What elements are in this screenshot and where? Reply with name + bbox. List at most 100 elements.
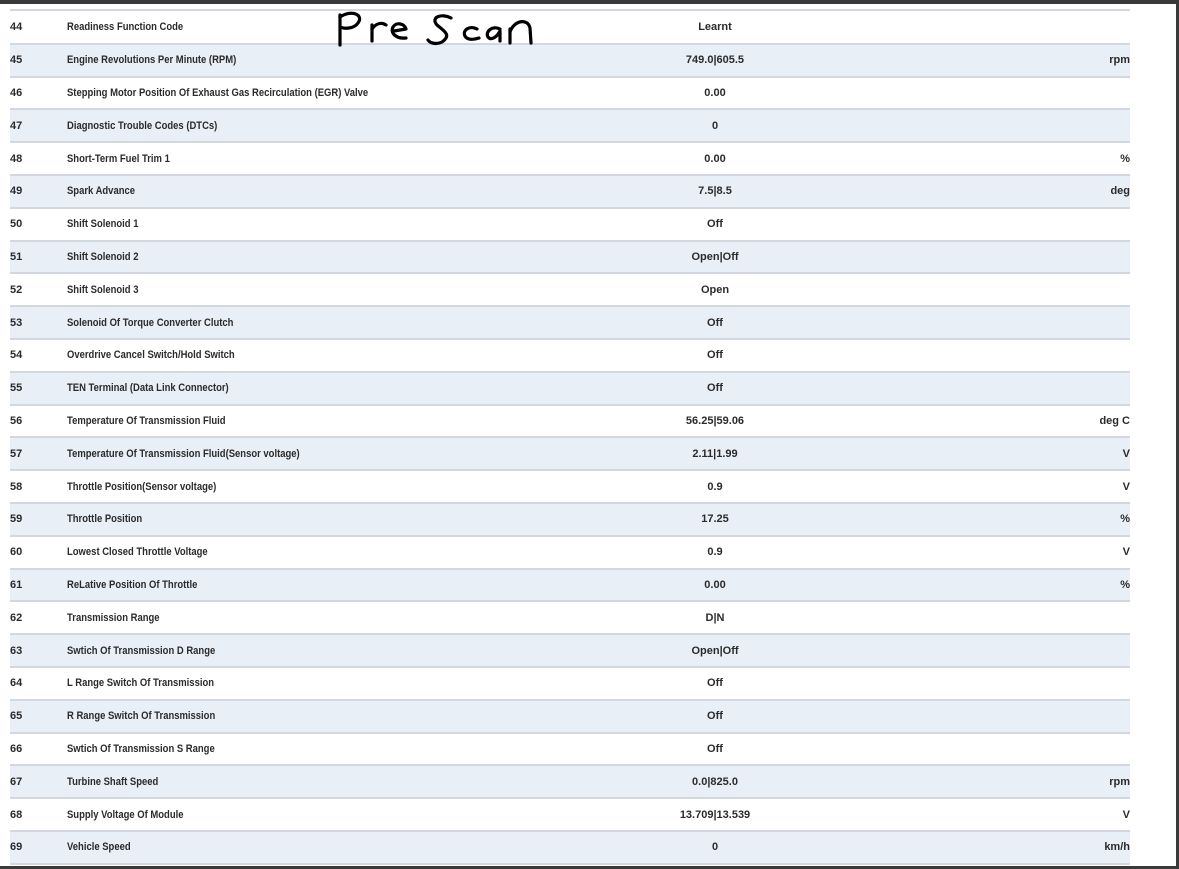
parameter-name: Solenoid Of Torque Converter Clutch (67, 306, 570, 340)
parameter-unit (860, 306, 1130, 340)
table-row: 66 Swtich Of Transmission S Range Off (10, 732, 1130, 767)
parameter-name: Temperature Of Transmission Fluid (67, 404, 570, 439)
parameter-unit: rpm (860, 43, 1130, 78)
parameter-unit (860, 371, 1130, 406)
parameter-unit (860, 240, 1130, 275)
row-number: 58 (10, 470, 67, 504)
parameter-name: Temperature Of Transmission Fluid(Sensor… (67, 437, 570, 472)
parameter-name-text: ReLative Position Of Throttle (67, 578, 198, 591)
table-row: 52 Shift Solenoid 3 Open (10, 273, 1130, 308)
parameter-name-text: Turbine Shaft Speed (67, 775, 159, 788)
parameter-name-text: Shift Solenoid 1 (67, 218, 139, 231)
parameter-unit (860, 732, 1130, 767)
row-number: 57 (10, 437, 67, 472)
row-number: 66 (10, 732, 67, 767)
row-number: 56 (10, 404, 67, 439)
table-row: 47 Diagnostic Trouble Codes (DTCs) 0 (10, 109, 1130, 144)
parameter-name-text: Vehicle Speed (67, 841, 131, 854)
parameter-name-text: Lowest Closed Throttle Voltage (67, 546, 208, 559)
parameter-unit (860, 11, 1130, 45)
parameter-name: Turbine Shaft Speed (67, 765, 570, 800)
table-row: 64 L Range Switch Of Transmission Off (10, 666, 1130, 701)
parameter-name-text: Shift Solenoid 2 (67, 250, 139, 263)
row-number: 51 (10, 240, 67, 275)
table-row: 57 Temperature Of Transmission Fluid(Sens… (10, 437, 1130, 472)
table-row: 46 Stepping Motor Position Of Exhaust Gas… (10, 76, 1130, 111)
parameter-name-text: Swtich Of Transmission S Range (67, 742, 215, 755)
table-row: 56 Temperature Of Transmission Fluid 56.25… (10, 404, 1130, 439)
row-number: 46 (10, 76, 67, 111)
parameter-value: Off (570, 207, 860, 242)
parameter-unit: V (860, 798, 1130, 832)
row-number: 62 (10, 601, 67, 636)
table-row: 55 TEN Terminal (Data Link Connector) Off (10, 371, 1130, 406)
row-number: 53 (10, 306, 67, 340)
row-number: 68 (10, 798, 67, 832)
table-row: 49 Spark Advance 7.5|8.5 deg (10, 174, 1130, 209)
parameter-name: Supply Voltage Of Module (67, 798, 570, 832)
parameter-unit (860, 601, 1130, 636)
row-number: 65 (10, 699, 67, 734)
parameter-unit: V (860, 470, 1130, 504)
parameter-value: 0.00 (570, 568, 860, 603)
parameter-value: 13.709|13.539 (570, 798, 860, 832)
parameter-value: Open (570, 273, 860, 308)
parameter-name-text: Overdrive Cancel Switch/Hold Switch (67, 349, 235, 362)
table-row: 65 R Range Switch Of Transmission Off (10, 699, 1130, 734)
parameter-value: Off (570, 371, 860, 406)
table-row: 61 ReLative Position Of Throttle 0.00% (10, 568, 1130, 603)
parameter-name-text: Stepping Motor Position Of Exhaust Gas R… (67, 86, 369, 99)
parameter-unit (860, 207, 1130, 242)
parameter-name: Shift Solenoid 3 (67, 273, 570, 308)
table-row: 69 Vehicle Speed 0 km/h (10, 830, 1130, 865)
parameter-unit (860, 109, 1130, 144)
parameter-name: Swtich Of Transmission D Range (67, 634, 570, 668)
parameter-value: Open|Off (570, 634, 860, 668)
parameter-name-text: Swtich Of Transmission D Range (67, 644, 216, 657)
parameter-name: R Range Switch Of Transmission (67, 699, 570, 734)
handwritten-annotation (338, 11, 533, 47)
parameter-value: 0 (570, 109, 860, 144)
table-row: 54 Overdrive Cancel Switch/Hold Switch Off (10, 338, 1130, 373)
parameter-unit: V (860, 437, 1130, 472)
parameter-name-text: Temperature Of Transmission Fluid(Sensor… (67, 447, 300, 460)
parameter-name: Shift Solenoid 1 (67, 207, 570, 242)
table-row: 53 Solenoid Of Torque Converter Clutch Off (10, 306, 1130, 340)
parameter-name-text: L Range Switch Of Transmission (67, 677, 215, 690)
parameter-unit (860, 634, 1130, 668)
table-row: 48 Short-Term Fuel Trim 1 0.00% (10, 142, 1130, 176)
parameter-name: TEN Terminal (Data Link Connector) (67, 371, 570, 406)
row-number: 60 (10, 535, 67, 570)
parameter-name: Stepping Motor Position Of Exhaust Gas R… (67, 76, 570, 111)
table-row: 62 Transmission Range D|N (10, 601, 1130, 636)
parameter-value: D|N (570, 601, 860, 636)
table-row: 67 Turbine Shaft Speed 0.0|825.0 rpm (10, 765, 1130, 800)
parameter-name: ReLative Position Of Throttle (67, 568, 570, 603)
parameter-name-text: Engine Revolutions Per Minute (RPM) (67, 54, 237, 67)
parameter-unit (860, 699, 1130, 734)
parameter-name-text: Transmission Range (67, 611, 160, 624)
table-row: 50 Shift Solenoid 1 Off (10, 207, 1130, 242)
parameter-name: L Range Switch Of Transmission (67, 666, 570, 701)
parameter-value: 0 (570, 830, 860, 865)
row-number: 49 (10, 174, 67, 209)
data-stream-table: 44 Readiness Function Code Learnt 45 Engine … (10, 11, 1130, 865)
document-page: 44 Readiness Function Code Learnt 45 Engine … (0, 4, 1176, 866)
parameter-name-text: Shift Solenoid 3 (67, 283, 139, 296)
parameter-value: Off (570, 666, 860, 701)
parameter-value: Off (570, 306, 860, 340)
parameter-name: Transmission Range (67, 601, 570, 636)
row-number: 52 (10, 273, 67, 308)
parameter-value: 0.9 (570, 470, 860, 504)
parameter-name-text: Short-Term Fuel Trim 1 (67, 152, 170, 165)
row-number: 59 (10, 502, 67, 537)
row-number: 45 (10, 43, 67, 78)
parameter-unit: % (860, 142, 1130, 176)
parameter-value: Off (570, 338, 860, 373)
table-row: 58 Throttle Position(Sensor voltage) 0.9 V (10, 470, 1130, 504)
parameter-name-text: Throttle Position(Sensor voltage) (67, 480, 217, 493)
parameter-unit: km/h (860, 830, 1130, 865)
parameter-value: 0.00 (570, 76, 860, 111)
table-row: 51 Shift Solenoid 2 Open|Off (10, 240, 1130, 275)
parameter-unit (860, 666, 1130, 701)
